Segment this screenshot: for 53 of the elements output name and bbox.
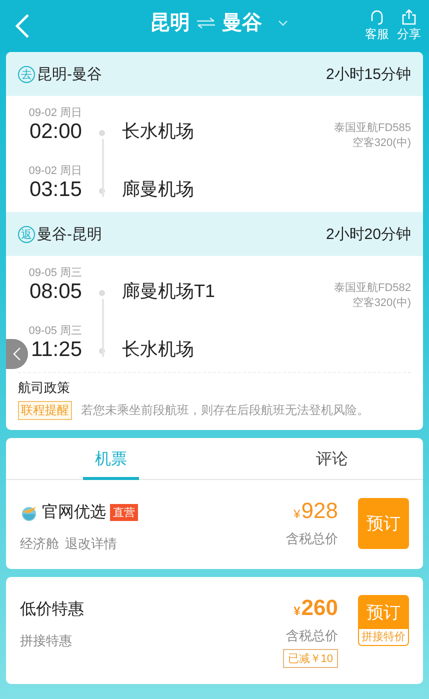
airport-label: 长水机场 — [122, 120, 194, 143]
time-label: 02:00 — [28, 120, 82, 144]
back-icon[interactable] — [14, 13, 30, 39]
airport-label: 廊曼机场T1 — [122, 280, 216, 303]
chevron-down-icon[interactable] — [278, 20, 288, 26]
flight-number: 泰国亚航FD585 — [334, 121, 411, 136]
swap-icon[interactable] — [196, 16, 216, 28]
aircraft-label: 空客320(中) — [351, 296, 411, 312]
share-icon — [401, 9, 417, 25]
tab[interactable]: 评论 — [241, 438, 423, 480]
service-button[interactable]: 客服 — [365, 9, 389, 43]
chevron-left-icon — [13, 347, 21, 361]
price-note: 含税总价 — [286, 530, 338, 548]
trip-badge: 返 — [18, 226, 35, 242]
book-button[interactable]: 预订 — [358, 498, 409, 549]
date-label: 09-02 周日 — [28, 164, 82, 178]
duration-label: 2小时15分钟 — [326, 64, 411, 84]
airport-label: 廊曼机场 — [122, 178, 194, 201]
previous-button[interactable] — [6, 339, 28, 369]
date-label: 09-05 周三 — [28, 266, 82, 280]
offer-name: 低价特惠 — [20, 600, 84, 620]
offer-name: 官网优选 — [42, 502, 106, 523]
date-label: 09-05 周三 — [28, 324, 82, 338]
discount-tag: 已减￥10 — [282, 649, 338, 668]
cabin-label: 拼接特惠 — [20, 632, 72, 650]
duration-label: 2小时20分钟 — [326, 224, 411, 244]
flight-number: 泰国亚航FD582 — [334, 281, 411, 296]
route-label: 昆明-曼谷 — [37, 64, 102, 84]
title-city: 曼谷 — [222, 11, 262, 36]
book-button[interactable]: 预订 拼接特价 — [358, 595, 409, 646]
price-label: ¥260 — [294, 595, 338, 621]
time-label: 11:25 — [30, 338, 82, 362]
price-label: ¥928 — [294, 498, 338, 524]
cabin-label: 经济舱 — [20, 535, 59, 553]
tab[interactable]: 机票 — [83, 438, 139, 480]
policy-text: 若您未乘坐前段航班，则存在后段航班无法登机风险。 — [81, 402, 369, 419]
offer-tag: 直营 — [110, 504, 138, 521]
headset-icon — [369, 9, 385, 25]
aircraft-label: 空客320(中) — [351, 136, 411, 152]
timeline-dot — [99, 130, 105, 136]
share-button[interactable]: 分享 — [397, 9, 421, 43]
policy-title: 航司政策 — [18, 379, 70, 397]
route-label: 曼谷-昆明 — [37, 224, 102, 244]
price-note: 含税总价 — [286, 627, 338, 645]
airport-label: 长水机场 — [122, 338, 194, 361]
refund-link[interactable]: 退改详情 — [65, 535, 117, 553]
timeline-dot — [99, 290, 105, 296]
title-city: 昆明 — [150, 11, 190, 36]
time-label: 03:15 — [28, 178, 82, 202]
time-label: 08:05 — [28, 280, 82, 304]
policy-tag: 联程提醒 — [18, 401, 72, 420]
trip-badge: 去 — [18, 66, 35, 82]
date-label: 09-02 周日 — [28, 106, 82, 120]
